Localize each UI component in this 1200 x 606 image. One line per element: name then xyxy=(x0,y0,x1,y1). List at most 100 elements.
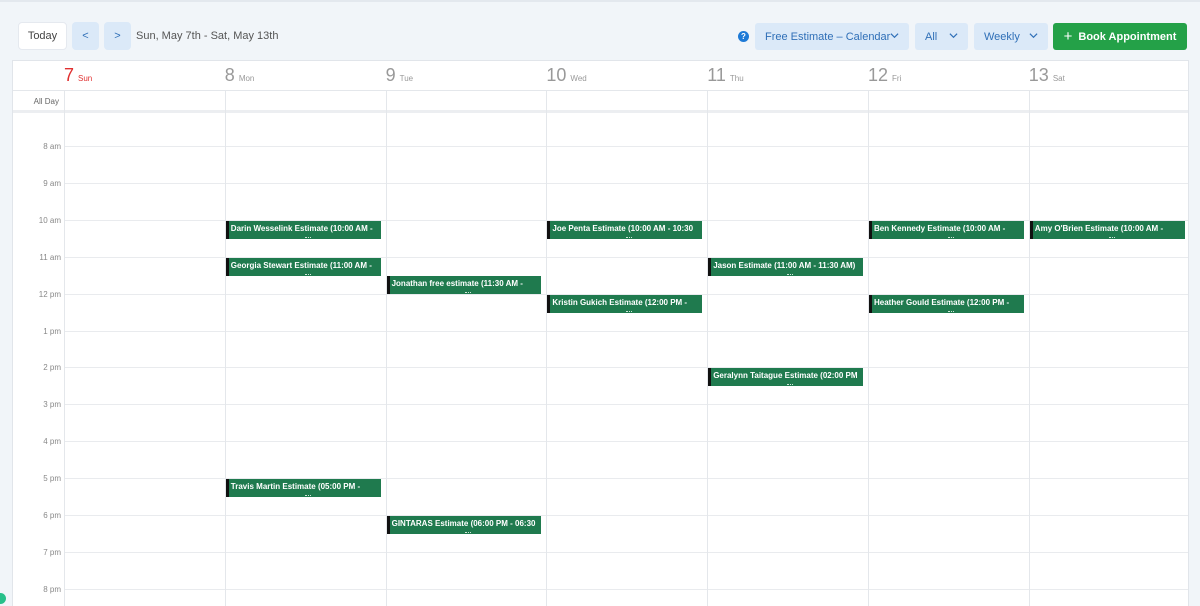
day-number: 12 xyxy=(868,65,889,85)
filter-select-value: All xyxy=(925,30,938,43)
day-number: 11 xyxy=(707,65,726,85)
day-column-divider xyxy=(546,91,547,606)
calendar-event[interactable]: Kristin Gukich Estimate (12:00 PM - xyxy=(547,294,703,313)
event-title: Georgia Stewart Estimate (11:00 AM - xyxy=(230,260,372,270)
day-name: Sat xyxy=(1052,74,1065,83)
day-name: Sun xyxy=(78,74,93,83)
hour-label: 2 pm xyxy=(43,363,61,373)
hour-label: 7 pm xyxy=(43,547,61,557)
view-select[interactable]: Weekly xyxy=(974,23,1048,50)
hour-line xyxy=(64,146,1188,147)
event-title: GINTARAS Estimate (06:00 PM - 06:30 xyxy=(391,519,536,528)
previous-week-button[interactable]: < xyxy=(72,22,99,50)
day-name: Thu xyxy=(729,74,744,83)
calendar-event[interactable]: Ben Kennedy Estimate (10:00 AM - xyxy=(869,220,1024,239)
day-header-tue[interactable]: 9 Tue xyxy=(386,65,414,86)
event-title: Amy O'Brien Estimate (10:00 AM - xyxy=(1034,223,1164,233)
hour-line xyxy=(64,404,1188,406)
today-button[interactable]: Today xyxy=(18,22,67,50)
day-column-divider xyxy=(707,91,708,606)
calendar-event[interactable]: Heather Gould Estimate (12:00 PM - xyxy=(869,294,1024,313)
hour-line xyxy=(64,551,1188,553)
event-resize-handle[interactable] xyxy=(947,310,954,312)
calendar-event[interactable]: Geralynn Taitague Estimate (02:00 PM xyxy=(708,368,863,387)
day-column-divider xyxy=(225,91,226,606)
event-resize-handle[interactable] xyxy=(304,495,311,497)
calendar-select-value: Free Estimate – Calendar xyxy=(765,30,891,43)
event-resize-handle[interactable] xyxy=(626,310,633,312)
next-week-button[interactable]: > xyxy=(104,22,131,50)
day-header-mon[interactable]: 8 Mon xyxy=(225,65,255,86)
plus-icon: + xyxy=(1063,28,1073,45)
calendar-event[interactable]: Darin Wesselink Estimate (10:00 AM - xyxy=(225,220,381,239)
event-resize-handle[interactable] xyxy=(304,273,311,275)
hour-label: 12 pm xyxy=(38,289,61,299)
calendar-event[interactable]: Jason Estimate (11:00 AM - 11:30 AM) xyxy=(708,257,863,276)
filter-select[interactable]: All xyxy=(915,23,968,50)
event-resize-handle[interactable] xyxy=(787,273,794,275)
view-select-value: Weekly xyxy=(984,30,1020,43)
calendar-event[interactable]: GINTARAS Estimate (06:00 PM - 06:30 xyxy=(386,516,542,534)
event-title: Geralynn Taitague Estimate (02:00 PM xyxy=(713,371,858,381)
hour-label: 5 pm xyxy=(43,474,61,484)
help-icon[interactable]: ? xyxy=(738,31,749,42)
day-name: Fri xyxy=(892,74,902,83)
calendar-select[interactable]: Free Estimate – Calendar xyxy=(755,23,909,50)
all-day-row[interactable]: All Day xyxy=(13,91,1188,113)
day-column-divider xyxy=(64,91,65,606)
hour-line xyxy=(64,441,1188,443)
hour-line xyxy=(64,182,1188,184)
event-title: Jonathan free estimate (11:30 AM - xyxy=(391,279,523,289)
day-number: 9 xyxy=(385,65,396,85)
toolbar: Today < > Sun, May 7th - Sat, May 13th ?… xyxy=(0,0,1200,60)
week-calendar: 7 Sun 8 Mon 9 Tue 10 Wed 11 Thu 12 Fri 13 Sat All Day… xyxy=(12,60,1189,606)
event-title: Ben Kennedy Estimate (10:00 AM - xyxy=(874,223,1006,233)
event-title: Travis Martin Estimate (05:00 PM - xyxy=(230,482,361,492)
event-title: Kristin Gukich Estimate (12:00 PM - xyxy=(552,297,688,307)
book-appointment-label: Book Appointment xyxy=(1078,30,1177,43)
hour-line xyxy=(64,367,1188,369)
day-header-wed[interactable]: 10 Wed xyxy=(546,65,586,86)
day-number: 7 xyxy=(64,65,75,85)
day-number: 8 xyxy=(224,65,235,85)
calendar-event[interactable]: Travis Martin Estimate (05:00 PM - xyxy=(225,479,381,498)
hour-label: 9 am xyxy=(43,178,61,188)
hour-label: 8 am xyxy=(43,142,61,151)
day-column-divider xyxy=(1029,91,1030,606)
day-name: Mon xyxy=(238,74,255,83)
event-title: Jason Estimate (11:00 AM - 11:30 AM) xyxy=(713,260,856,270)
event-resize-handle[interactable] xyxy=(465,292,472,294)
hour-line xyxy=(64,330,1188,332)
day-column-divider xyxy=(868,91,869,606)
hour-label: 3 pm xyxy=(43,400,61,410)
day-header-sun[interactable]: 7 Sun xyxy=(64,65,92,86)
date-range-label: Sun, May 7th - Sat, May 13th xyxy=(136,30,279,42)
hour-label: 6 pm xyxy=(43,511,61,520)
calendar-event[interactable]: Georgia Stewart Estimate (11:00 AM - xyxy=(225,257,381,276)
hour-line xyxy=(64,588,1188,590)
event-resize-handle[interactable] xyxy=(465,532,472,533)
event-resize-handle[interactable] xyxy=(304,236,311,238)
chat-widget-icon[interactable] xyxy=(0,593,6,604)
calendar-event[interactable]: Jonathan free estimate (11:30 AM - xyxy=(386,276,542,295)
event-title: Joe Penta Estimate (10:00 AM - 10:30 xyxy=(552,223,694,233)
hour-label: 8 pm xyxy=(43,584,61,594)
day-header-thu[interactable]: 11 Thu xyxy=(707,65,743,86)
day-header-sat[interactable]: 13 Sat xyxy=(1029,65,1065,86)
hour-label: 1 pm xyxy=(43,326,61,336)
chevron-down-icon xyxy=(949,33,958,39)
all-day-label: All Day xyxy=(33,97,59,106)
event-resize-handle[interactable] xyxy=(947,236,954,238)
book-appointment-button[interactable]: + Book Appointment xyxy=(1053,23,1187,50)
event-resize-handle[interactable] xyxy=(1108,236,1115,238)
hour-label: 4 pm xyxy=(43,437,61,447)
chevron-down-icon xyxy=(890,33,899,39)
hour-label: 10 am xyxy=(38,215,61,225)
day-header-fri[interactable]: 12 Fri xyxy=(868,65,901,86)
day-header-row: 7 Sun 8 Mon 9 Tue 10 Wed 11 Thu 12 Fri 13 Sat xyxy=(13,61,1188,91)
event-resize-handle[interactable] xyxy=(787,384,794,386)
event-resize-handle[interactable] xyxy=(626,236,633,238)
calendar-event[interactable]: Joe Penta Estimate (10:00 AM - 10:30 xyxy=(547,220,703,239)
calendar-event[interactable]: Amy O'Brien Estimate (10:00 AM - xyxy=(1029,220,1185,239)
day-name: Wed xyxy=(570,74,587,83)
